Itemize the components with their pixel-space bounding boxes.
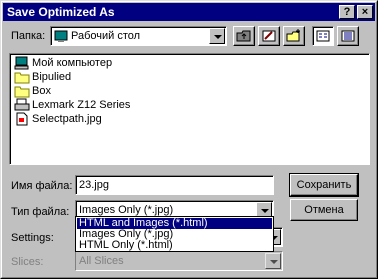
up-folder-icon bbox=[236, 30, 251, 42]
close-button[interactable]: × bbox=[357, 5, 373, 19]
file-name: Selectpath.jpg bbox=[32, 113, 102, 125]
help-button[interactable]: ? bbox=[339, 5, 355, 19]
new-folder-button[interactable] bbox=[283, 26, 305, 46]
file-name: Bipulied bbox=[32, 71, 72, 83]
new-folder-icon bbox=[286, 29, 300, 42]
list-view-button[interactable] bbox=[312, 26, 334, 46]
file-name: Мой компьютер bbox=[32, 57, 113, 69]
look-in-dropdown[interactable]: Рабочий стол bbox=[50, 26, 227, 46]
file-name: Box bbox=[32, 85, 51, 97]
desktop-button[interactable] bbox=[258, 26, 280, 46]
settings-label: Settings: bbox=[11, 232, 54, 244]
look-in-label: Папка: bbox=[11, 30, 46, 42]
file-name: Lexmark Z12 Series bbox=[32, 99, 131, 111]
slices-dropdown: All Slices bbox=[75, 251, 283, 271]
folder-icon bbox=[14, 86, 30, 98]
cancel-button[interactable]: Отмена bbox=[290, 199, 358, 221]
chevron-down-icon[interactable] bbox=[209, 28, 225, 44]
filetype-value: Images Only (*.jpg) bbox=[79, 204, 174, 216]
details-view-icon bbox=[341, 30, 355, 42]
look-in-value: Рабочий стол bbox=[71, 30, 141, 42]
window-title: Save Optimized As bbox=[7, 5, 115, 19]
filetype-option[interactable]: HTML Only (*.html) bbox=[77, 240, 272, 251]
slices-value: All Slices bbox=[79, 255, 124, 267]
filename-label: Имя файла: bbox=[11, 180, 73, 192]
computer-icon bbox=[14, 56, 29, 70]
desktop-icon bbox=[54, 30, 68, 42]
printer-icon bbox=[14, 98, 30, 111]
save-dialog: Save Optimized As ? × Папка: Рабочий сто… bbox=[0, 0, 378, 279]
filename-input[interactable]: 23.jpg bbox=[75, 175, 274, 195]
details-view-button[interactable] bbox=[337, 26, 359, 46]
up-folder-button[interactable] bbox=[233, 26, 255, 46]
file-list[interactable]: Мой компьютер Bipulied Box Lexmark Z12 S… bbox=[9, 53, 370, 165]
slices-label: Slices: bbox=[11, 256, 44, 268]
list-view-icon bbox=[316, 30, 330, 42]
chevron-down-icon bbox=[265, 253, 281, 269]
filename-value: 23.jpg bbox=[79, 179, 109, 191]
title-bar[interactable]: Save Optimized As ? × bbox=[3, 3, 375, 21]
filetype-label: Тип файла: bbox=[11, 206, 70, 218]
image-file-icon bbox=[16, 112, 28, 126]
filetype-options-list[interactable]: HTML and Images (*.html) Images Only (*.… bbox=[75, 216, 274, 252]
edit-icon bbox=[262, 30, 276, 42]
folder-icon bbox=[14, 72, 30, 84]
save-button[interactable]: Сохранить bbox=[289, 173, 359, 197]
